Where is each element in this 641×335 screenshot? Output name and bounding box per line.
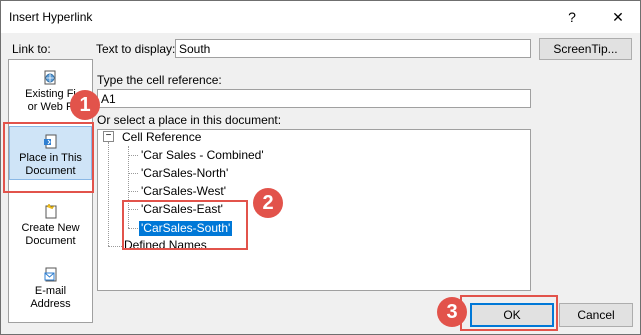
close-button[interactable]: ✕ <box>604 5 632 29</box>
callout-badge-1: 1 <box>70 90 100 120</box>
title-bar: Insert Hyperlink ? ✕ <box>1 1 640 33</box>
link-to-label: Link to: <box>12 42 51 56</box>
callout-badge-2: 2 <box>253 188 283 218</box>
insert-hyperlink-dialog: Insert Hyperlink ? ✕ Link to: Existing F… <box>0 0 641 335</box>
tree-connector <box>108 246 122 247</box>
nav-email-line1: E-mail <box>34 285 67 297</box>
callout-highlight-ok-button <box>460 295 558 331</box>
window-title: Insert Hyperlink <box>9 10 93 24</box>
nav-existing-file-line1: Existing Fi <box>25 88 76 100</box>
nav-email-address[interactable]: E-mail Address <box>9 267 92 321</box>
nav-email-line2: Address <box>30 298 71 310</box>
cell-reference-input[interactable]: A1 <box>97 89 531 108</box>
callout-highlight-selected-sheet <box>122 200 248 250</box>
text-to-display-input[interactable]: South <box>175 39 531 58</box>
callout-highlight-place-in-document <box>3 122 94 193</box>
nav-create-new-document[interactable]: Create New Document <box>9 204 92 258</box>
text-to-display-label: Text to display: <box>96 42 176 56</box>
tree-connector <box>128 173 138 174</box>
tree-sheet-item[interactable]: 'CarSales-North' <box>141 166 228 181</box>
tree-root-cell-reference[interactable]: Cell Reference <box>122 130 201 145</box>
email-icon <box>44 267 56 282</box>
new-document-icon <box>45 204 56 219</box>
collapse-toggle[interactable]: − <box>103 131 114 142</box>
callout-badge-3: 3 <box>437 297 467 327</box>
globe-document-icon <box>44 70 55 85</box>
tree-connector <box>128 155 138 156</box>
tree-connector <box>128 191 138 192</box>
help-button[interactable]: ? <box>558 5 586 29</box>
select-place-label: Or select a place in this document: <box>97 113 282 127</box>
tree-sheet-item[interactable]: 'Car Sales - Combined' <box>141 148 264 163</box>
screentip-button[interactable]: ScreenTip... <box>539 38 632 60</box>
nav-create-line2: Document <box>25 235 76 247</box>
tree-connector <box>108 142 109 246</box>
cancel-button[interactable]: Cancel <box>559 303 633 327</box>
nav-create-line1: Create New <box>21 222 80 234</box>
nav-existing-file-line2: or Web P <box>27 101 74 113</box>
tree-sheet-item[interactable]: 'CarSales-West' <box>141 184 226 199</box>
cell-reference-label: Type the cell reference: <box>97 73 222 87</box>
